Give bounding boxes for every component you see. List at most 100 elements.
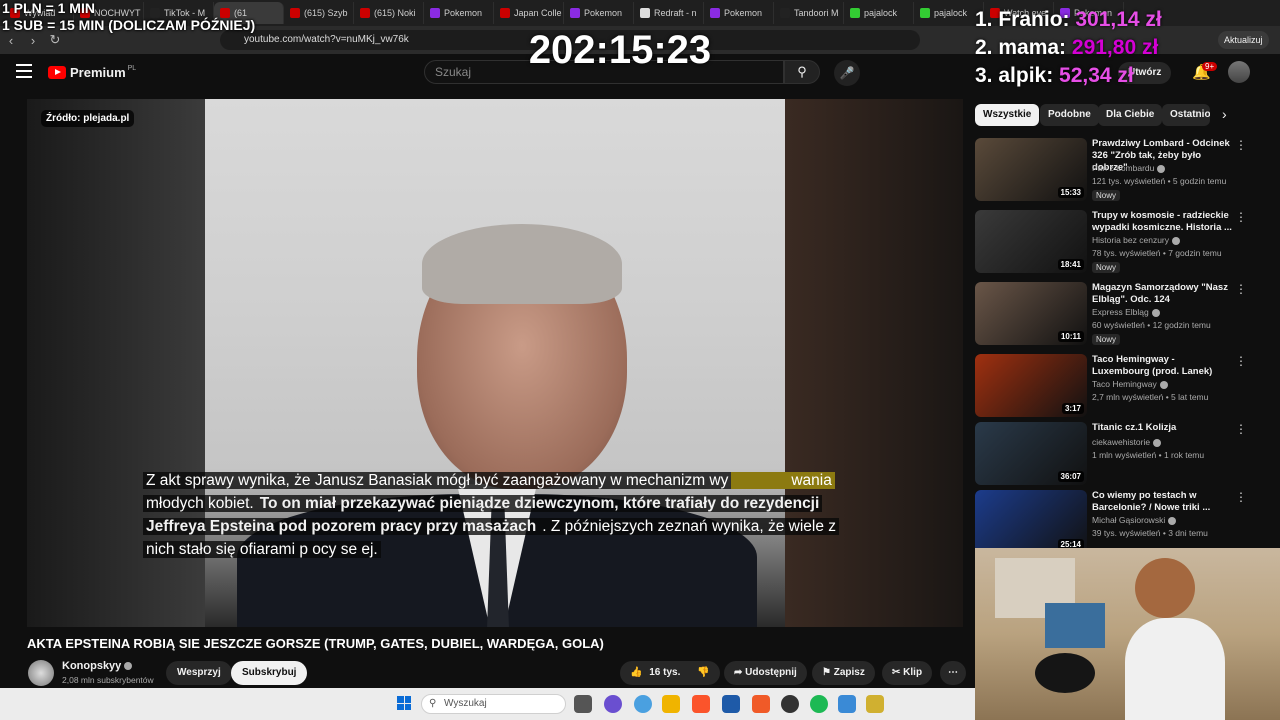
video-menu-icon[interactable]: ⋮ xyxy=(1235,138,1247,152)
subscribe-button[interactable]: Subskrybuj xyxy=(231,661,308,685)
like-dislike-button[interactable]: 👍 16 tys. 👎 xyxy=(620,661,720,685)
browser-tab[interactable]: Pokemon xyxy=(704,2,774,24)
browser-tab[interactable]: Japan Colle xyxy=(494,2,564,24)
chip-for-you[interactable]: Dla Ciebie xyxy=(1098,104,1163,126)
video-duration: 36:07 xyxy=(1057,471,1084,482)
hamburger-menu-icon[interactable] xyxy=(16,64,32,78)
recommended-video[interactable]: 10:11 Magazyn Samorządowy "Nasz Elbląg". … xyxy=(975,282,1247,348)
video-thumbnail[interactable]: 3:17 xyxy=(975,354,1087,417)
notification-count-badge: 9+ xyxy=(1202,62,1218,71)
chip-recent[interactable]: Ostatnio xyxy=(1162,104,1210,126)
video-meta: 1 mln wyświetleń • 1 rok temu xyxy=(1092,450,1205,460)
browser-tab[interactable]: pajalock xyxy=(844,2,914,24)
thumbs-down-icon[interactable]: 👎 xyxy=(697,667,709,678)
notes-app-icon[interactable] xyxy=(838,695,856,713)
discord-icon[interactable] xyxy=(604,695,622,713)
taskbar-search[interactable]: ⚲ Wyszukaj xyxy=(421,694,566,714)
tab-label: pajalock xyxy=(934,8,968,18)
verified-icon xyxy=(1172,236,1181,245)
tab-favicon-icon xyxy=(290,8,300,18)
video-duration: 10:11 xyxy=(1057,331,1084,342)
video-title[interactable]: Titanic cz.1 Kolizja xyxy=(1092,422,1232,434)
recommended-video[interactable]: 18:41 Trupy w kosmosie - radzieckie wypad… xyxy=(975,210,1247,276)
leaderboard-row: 2. mama: 291,80 zł xyxy=(975,36,1159,59)
account-avatar[interactable] xyxy=(1228,61,1250,83)
browser-tab[interactable]: Tandoori M xyxy=(774,2,844,24)
browser-tab[interactable]: pajalock xyxy=(914,2,984,24)
chevron-right-icon[interactable]: › xyxy=(1222,106,1227,122)
store-icon[interactable] xyxy=(722,695,740,713)
microphone-icon[interactable]: 🎤 xyxy=(834,60,860,86)
logo-text: Premium xyxy=(70,65,126,80)
recommended-video[interactable]: 25:14 Co wiemy po testach w Barcelonie? /… xyxy=(975,490,1247,556)
video-channel[interactable]: ciekawehistorie xyxy=(1092,437,1162,447)
tab-label: Redraft - n xyxy=(654,8,697,18)
verified-icon xyxy=(124,662,133,671)
video-channel[interactable]: Taco Hemingway xyxy=(1092,379,1168,389)
update-button[interactable]: Aktualizuj xyxy=(1218,31,1269,49)
save-button[interactable]: ⚑ Zapisz xyxy=(812,661,875,685)
video-channel[interactable]: Historia bez cenzury xyxy=(1092,235,1181,245)
tab-label: pajalock xyxy=(864,8,898,18)
video-channel[interactable]: Express Elbląg xyxy=(1092,307,1160,317)
video-thumbnail[interactable]: 36:07 xyxy=(975,422,1087,485)
subtitle-line: młodych kobiet. To on miał przekazywać pi… xyxy=(143,492,853,515)
new-badge: Nowy xyxy=(1092,190,1121,201)
video-duration: 3:17 xyxy=(1061,403,1084,414)
task-view-icon[interactable] xyxy=(574,695,592,713)
video-title[interactable]: Magazyn Samorządowy "Nasz Elbląg". Odc. … xyxy=(1092,282,1232,306)
video-channel[interactable]: Michał Gąsiorowski xyxy=(1092,515,1177,525)
browser-tab[interactable]: Pokemon xyxy=(564,2,634,24)
video-menu-icon[interactable]: ⋮ xyxy=(1235,354,1247,368)
video-title[interactable]: Co wiemy po testach w Barcelonie? / Nowe… xyxy=(1092,490,1232,514)
recommended-video[interactable]: 15:33 Prawdziwy Lombard - Odcinek 326 "Zr… xyxy=(975,138,1247,204)
video-meta: 121 tys. wyświetleń • 5 godzin temu xyxy=(1092,176,1227,186)
recommended-video[interactable]: 3:17 Taco Hemingway - Luxembourg (prod. L… xyxy=(975,354,1247,420)
active-app-icon[interactable] xyxy=(866,695,884,713)
chip-all[interactable]: Wszystkie xyxy=(975,104,1040,126)
browser-tab[interactable]: (615) Szyb xyxy=(284,2,354,24)
video-meta: 39 tys. wyświetleń • 3 dni temu xyxy=(1092,528,1208,538)
spotify-icon[interactable] xyxy=(810,695,828,713)
clip-button[interactable]: ✂ Klip xyxy=(882,661,933,685)
channel-avatar[interactable] xyxy=(28,660,54,686)
chip-related[interactable]: Podobne xyxy=(1040,104,1099,126)
tab-favicon-icon xyxy=(640,8,650,18)
youtube-logo[interactable]: Premium PL xyxy=(48,65,136,80)
share-button[interactable]: ➦ Udostępnij xyxy=(724,661,807,685)
browser-tab[interactable]: Redraft - n xyxy=(634,2,704,24)
search-icon[interactable]: ⚲ xyxy=(784,60,820,84)
browser-tab[interactable]: Pokemon xyxy=(424,2,494,24)
browser-tab[interactable]: (615) Noki xyxy=(354,2,424,24)
thumbs-up-icon[interactable]: 👍 xyxy=(630,667,642,678)
source-badge: Źródło: plejada.pl xyxy=(41,110,135,127)
video-player[interactable]: Źródło: plejada.pl Z akt sprawy wynika, … xyxy=(27,99,963,627)
video-title[interactable]: Trupy w kosmosie - radzieckie wypadki ko… xyxy=(1092,210,1232,234)
tab-label: (615) Noki xyxy=(374,8,416,18)
support-button[interactable]: Wesprzyj xyxy=(166,661,232,685)
pinned-app-icon[interactable] xyxy=(752,695,770,713)
brave-browser-icon[interactable] xyxy=(692,695,710,713)
new-badge: Nowy xyxy=(1092,334,1121,345)
video-thumbnail[interactable]: 10:11 xyxy=(975,282,1087,345)
video-menu-icon[interactable]: ⋮ xyxy=(1235,422,1247,436)
tab-label: Pokemon xyxy=(584,8,623,18)
channel-name[interactable]: Konopskyy xyxy=(62,660,133,672)
video-menu-icon[interactable]: ⋮ xyxy=(1235,490,1247,504)
video-menu-icon[interactable]: ⋮ xyxy=(1235,282,1247,296)
windows-start-icon[interactable] xyxy=(397,696,411,710)
tab-label: Pokemon xyxy=(444,8,483,18)
file-explorer-icon[interactable] xyxy=(662,695,680,713)
video-channel[interactable]: Pan z Lombardu xyxy=(1092,163,1166,173)
video-menu-icon[interactable]: ⋮ xyxy=(1235,210,1247,224)
tab-label: (615) Szyb xyxy=(304,8,348,18)
video-title[interactable]: Taco Hemingway - Luxembourg (prod. Lanek… xyxy=(1092,354,1232,378)
copilot-icon[interactable] xyxy=(634,695,652,713)
recommended-video[interactable]: 36:07 Titanic cz.1 Kolizja ciekawehistorie… xyxy=(975,422,1247,488)
video-thumbnail[interactable]: 15:33 xyxy=(975,138,1087,201)
video-thumbnail[interactable]: 25:14 xyxy=(975,490,1087,553)
video-thumbnail[interactable]: 18:41 xyxy=(975,210,1087,273)
obs-icon[interactable] xyxy=(781,695,799,713)
more-actions-icon[interactable]: ⋯ xyxy=(940,661,966,685)
search-icon: ⚲ xyxy=(429,698,437,709)
